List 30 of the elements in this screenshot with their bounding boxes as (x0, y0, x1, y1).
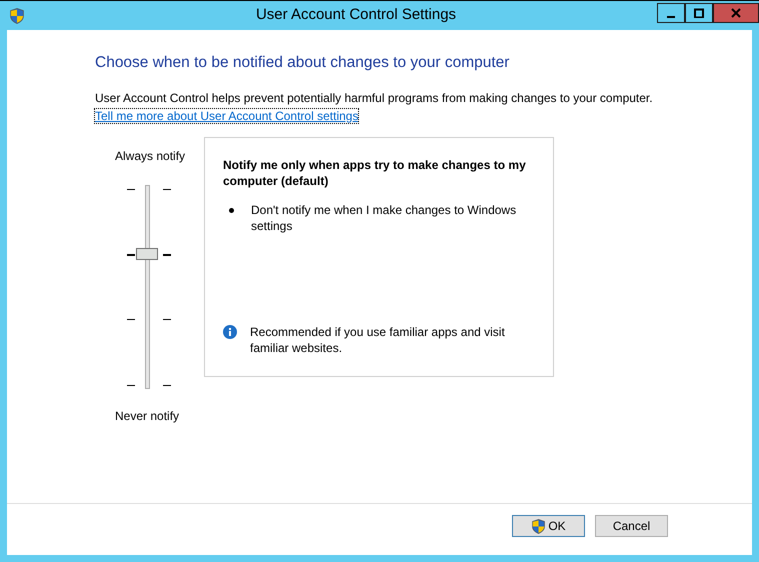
note-text: Recommended if you use familiar apps and visit familiar websites. (250, 324, 506, 357)
tick-mark (127, 384, 135, 386)
page-heading: Choose when to be notified about changes to your computer (95, 54, 510, 73)
tick-mark (127, 319, 135, 320)
cancel-button[interactable]: Cancel (595, 515, 668, 537)
slider-bottom-label: Never notify (115, 408, 180, 425)
slider-top-label: Always notify (115, 148, 186, 165)
bullet-icon (229, 208, 234, 213)
shield-icon (9, 8, 25, 24)
maximize-icon (693, 8, 705, 18)
minimize-icon (667, 16, 675, 18)
tick-mark (127, 254, 135, 256)
window-title: User Account Control Settings (254, 5, 458, 26)
tick-mark (127, 188, 135, 190)
ok-button[interactable]: OK (512, 515, 585, 537)
close-icon (730, 8, 742, 18)
tick-mark (163, 254, 171, 256)
bullet-text: Don't notify me when I make changes to Windows settings (251, 202, 518, 234)
panel-title: Notify me only when apps try to make changes to my computer (default) (223, 156, 527, 189)
tick-mark (163, 319, 171, 320)
minimize-button[interactable] (657, 3, 685, 23)
maximize-button[interactable] (685, 3, 713, 23)
tick-mark (163, 384, 171, 386)
help-link[interactable]: Tell me more about User Account Control settings (95, 108, 358, 123)
slider-thumb[interactable] (136, 248, 158, 260)
description-text: User Account Control helps prevent potentially harmful programs from making changes to your computer. (95, 90, 654, 107)
close-button[interactable] (713, 3, 759, 23)
tick-mark (163, 188, 171, 190)
slider-track[interactable] (145, 184, 150, 389)
info-icon (223, 325, 237, 340)
